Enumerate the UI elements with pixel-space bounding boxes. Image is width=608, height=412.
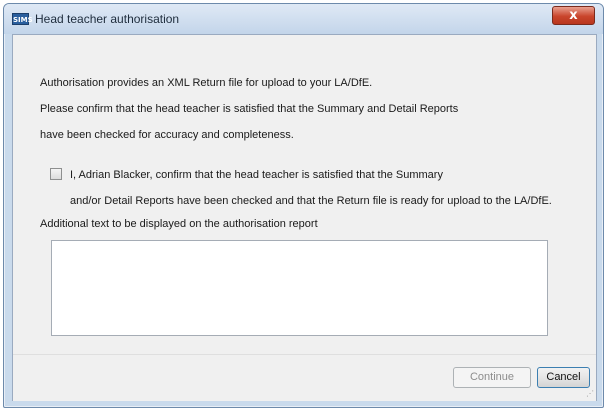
title-bar[interactable]: SIMS Head teacher authorisation x — [4, 4, 603, 34]
confirm-label-line-1[interactable]: I, Adrian Blacker, confirm that the head… — [70, 169, 443, 181]
close-button[interactable]: x — [552, 6, 595, 25]
confirm-checkbox[interactable] — [50, 168, 62, 180]
confirm-label-line-2[interactable]: and/or Detail Reports have been checked … — [70, 195, 552, 207]
dialog-content: Authorisation provides an XML Return fil… — [12, 34, 597, 401]
close-icon: x — [569, 8, 578, 23]
button-bar: Continue Cancel ⋰ — [13, 354, 596, 401]
window-title: Head teacher authorisation — [35, 12, 180, 26]
continue-button[interactable]: Continue — [453, 367, 531, 388]
sims-app-icon: SIMS — [12, 13, 33, 25]
info-text-line-3: have been checked for accuracy and compl… — [40, 129, 294, 141]
info-text-line-2: Please confirm that the head teacher is … — [40, 103, 459, 115]
additional-text-label: Additional text to be displayed on the a… — [40, 218, 318, 230]
additional-text-input[interactable] — [51, 240, 548, 336]
dialog-window: SIMS Head teacher authorisation x Author… — [3, 3, 604, 408]
cancel-button[interactable]: Cancel — [537, 367, 590, 388]
info-text-line-1: Authorisation provides an XML Return fil… — [40, 77, 373, 89]
resize-grip-icon[interactable]: ⋰ — [584, 389, 594, 399]
